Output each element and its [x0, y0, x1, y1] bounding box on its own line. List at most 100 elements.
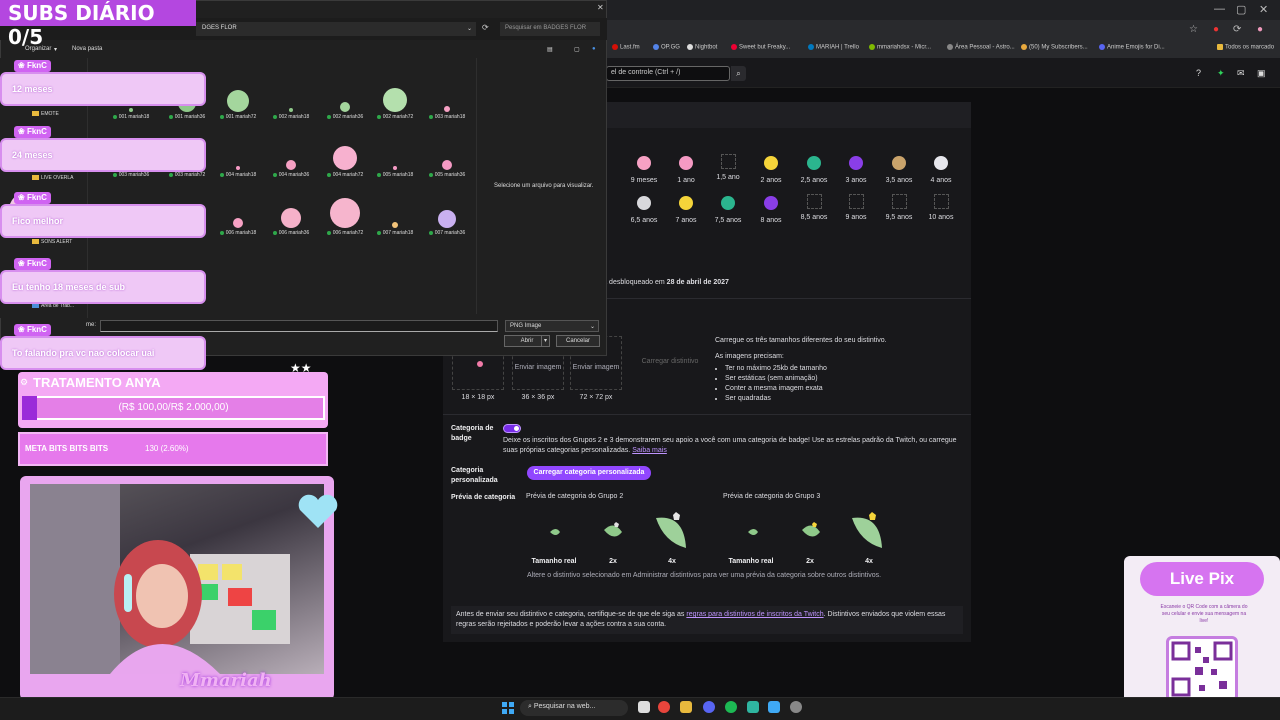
bookmark-nightbot[interactable]: Nightbot	[687, 44, 717, 51]
badge-slot[interactable]: 3 anos	[836, 154, 876, 184]
filename-input[interactable]	[100, 320, 498, 332]
filetype-select[interactable]: PNG Image ⌄	[505, 320, 599, 332]
file-item[interactable]: 006 mariah72	[318, 184, 372, 236]
qr-code[interactable]	[1166, 636, 1238, 702]
file-item[interactable]: 001 mariah72	[211, 68, 265, 120]
cancel-button[interactable]: Cancelar	[556, 335, 600, 347]
badge-slot[interactable]: 1 ano	[666, 154, 706, 184]
open-button[interactable]: Abrir ▾	[504, 335, 550, 347]
badge-icon	[762, 194, 780, 212]
upload-image-72[interactable]: Enviar imagem	[566, 364, 626, 371]
taskbar-search[interactable]: ⌕ Pesquisar na web...	[520, 700, 628, 716]
chat-message: Eu tenho 18 meses de sub	[0, 270, 206, 304]
spotify-icon[interactable]	[725, 701, 737, 713]
notes-icon[interactable]	[768, 701, 780, 713]
badge-slot[interactable]: 8 anos	[751, 194, 791, 224]
badge-label: 1,5 ano	[716, 174, 740, 181]
badge-slot[interactable]: 4 anos	[921, 154, 961, 184]
file-item[interactable]: 007 mariah36	[420, 184, 474, 236]
badge-slot[interactable]: 6,5 anos	[624, 194, 664, 224]
settings-icon[interactable]	[790, 701, 802, 713]
file-item[interactable]: 005 mariah18	[368, 126, 422, 178]
badge-slot[interactable]: 7 anos	[666, 194, 706, 224]
preview-pane-icon[interactable]: ▢	[574, 46, 580, 53]
bookmark-microsoft[interactable]: mmariahdsx - Micr...	[869, 44, 931, 51]
dialog-path-field[interactable]: DGES FLOR ⌄	[196, 22, 476, 36]
file-item[interactable]: 002 mariah72	[368, 68, 422, 120]
dialog-search-input[interactable]: Pesquisar em BADGES FLOR	[500, 22, 600, 36]
rules-note: Antes de enviar seu distintivo e categor…	[451, 606, 963, 634]
file-item[interactable]: 006 mariah18	[211, 184, 265, 236]
windows-start-icon[interactable]	[502, 702, 514, 714]
sidebar-folder-emote[interactable]: EMOTE	[32, 111, 59, 117]
new-folder-button[interactable]: Nova pasta	[72, 46, 102, 52]
bookmark-sweet[interactable]: Sweet but Freaky...	[731, 44, 790, 51]
file-item[interactable]: 007 mariah18	[368, 184, 422, 236]
dialog-close-icon[interactable]: ✕	[597, 3, 604, 12]
restore-icon[interactable]: ▢	[1236, 3, 1246, 16]
task-view-icon[interactable]	[638, 701, 650, 713]
app-icon[interactable]	[747, 701, 759, 713]
badge-slot[interactable]: 3,5 anos	[879, 154, 919, 184]
file-item[interactable]: 004 mariah18	[211, 126, 265, 178]
bookmark-all[interactable]: Todos os marcado	[1217, 44, 1274, 51]
chevron-down-icon[interactable]: ▾	[540, 336, 547, 346]
minimize-icon[interactable]: —	[1214, 3, 1225, 15]
help-icon[interactable]: ●	[592, 46, 596, 52]
file-thumbnail	[368, 184, 422, 228]
bookmark-subscribers[interactable]: (50) My Subscribers...	[1021, 44, 1088, 51]
qr-pattern	[1171, 641, 1233, 697]
badge-icon: ❀	[18, 259, 27, 268]
file-item[interactable]: 006 mariah36	[264, 184, 318, 236]
notifications-icon[interactable]: ▣	[1257, 68, 1266, 79]
file-item[interactable]: 003 mariah18	[420, 68, 474, 120]
empty-badge-slot	[891, 194, 907, 209]
file-explorer-icon[interactable]	[680, 701, 692, 713]
file-item[interactable]: 004 mariah36	[264, 126, 318, 178]
file-item[interactable]: 004 mariah72	[318, 126, 372, 178]
upload-custom-category-button[interactable]: Carregar categoria personalizada	[527, 466, 651, 480]
badge-slot[interactable]: 9 anos	[836, 194, 876, 221]
extension-icon[interactable]: ●	[1213, 24, 1219, 35]
upload-badge-button[interactable]: Carregar distintivo	[631, 358, 709, 365]
chevron-down-icon[interactable]: ⌄	[467, 25, 472, 32]
dashboard-search-input[interactable]: el de controle (Ctrl + /)	[606, 66, 730, 81]
dialog-refresh-icon[interactable]: ⟳	[482, 23, 489, 32]
sidebar-folder-sons-alert[interactable]: SONS ALERT	[32, 239, 72, 245]
bookmark-lastfm[interactable]: Last.fm	[612, 44, 640, 51]
badge-slot[interactable]: 8,5 anos	[794, 194, 834, 221]
bookmark-anime-emojis[interactable]: Anime Emojis for Di...	[1099, 44, 1165, 51]
badge-slot[interactable]: 7,5 anos	[708, 194, 748, 224]
badge-slot[interactable]: 1,5 ano	[708, 154, 748, 181]
help-icon[interactable]: ?	[1196, 68, 1201, 78]
learn-more-link[interactable]: Saiba mais	[632, 447, 667, 454]
view-options-icon[interactable]: ▤	[547, 46, 553, 53]
discord-icon[interactable]	[703, 701, 715, 713]
badge-slot[interactable]: 9,5 anos	[879, 194, 919, 221]
reload-icon[interactable]: ⟳	[1233, 24, 1241, 35]
bookmark-opgg[interactable]: OP.GG	[653, 44, 680, 51]
badge-rules-link[interactable]: regras para distintivos de inscritos da …	[686, 611, 823, 618]
sidebar-folder-live-overlay[interactable]: LIVE OVERLA	[32, 175, 74, 181]
badge-slot[interactable]: 9 meses	[624, 154, 664, 184]
bookmark-trello[interactable]: MARIAH | Trello	[808, 44, 859, 51]
chrome-icon[interactable]	[658, 701, 670, 713]
file-item[interactable]: 002 mariah18	[264, 68, 318, 120]
category-toggle[interactable]	[503, 424, 521, 433]
search-icon[interactable]: ⌕	[731, 66, 746, 81]
file-item[interactable]: 005 mariah36	[420, 126, 474, 178]
upload-image-36[interactable]: Enviar imagem	[508, 364, 568, 371]
file-item[interactable]: 002 mariah36	[318, 68, 372, 120]
bookmark-star-icon[interactable]: ☆	[1189, 24, 1198, 35]
leaf-badge-g2-2x	[604, 522, 622, 537]
chevron-down-icon[interactable]: ▾	[54, 46, 57, 53]
profile-avatar[interactable]: ●	[1257, 24, 1263, 35]
badge-slot[interactable]: 2,5 anos	[794, 154, 834, 184]
badge-slot[interactable]: 2 anos	[751, 154, 791, 184]
file-name: 001 mariah36	[160, 114, 214, 120]
badge-slot[interactable]: 10 anos	[921, 194, 961, 221]
bookmark-astro[interactable]: Área Pessoal - Astro...	[947, 44, 1015, 51]
inbox-icon[interactable]: ✉	[1237, 68, 1245, 79]
close-window-icon[interactable]: ✕	[1259, 3, 1268, 16]
activity-icon[interactable]: ✦	[1217, 68, 1225, 79]
